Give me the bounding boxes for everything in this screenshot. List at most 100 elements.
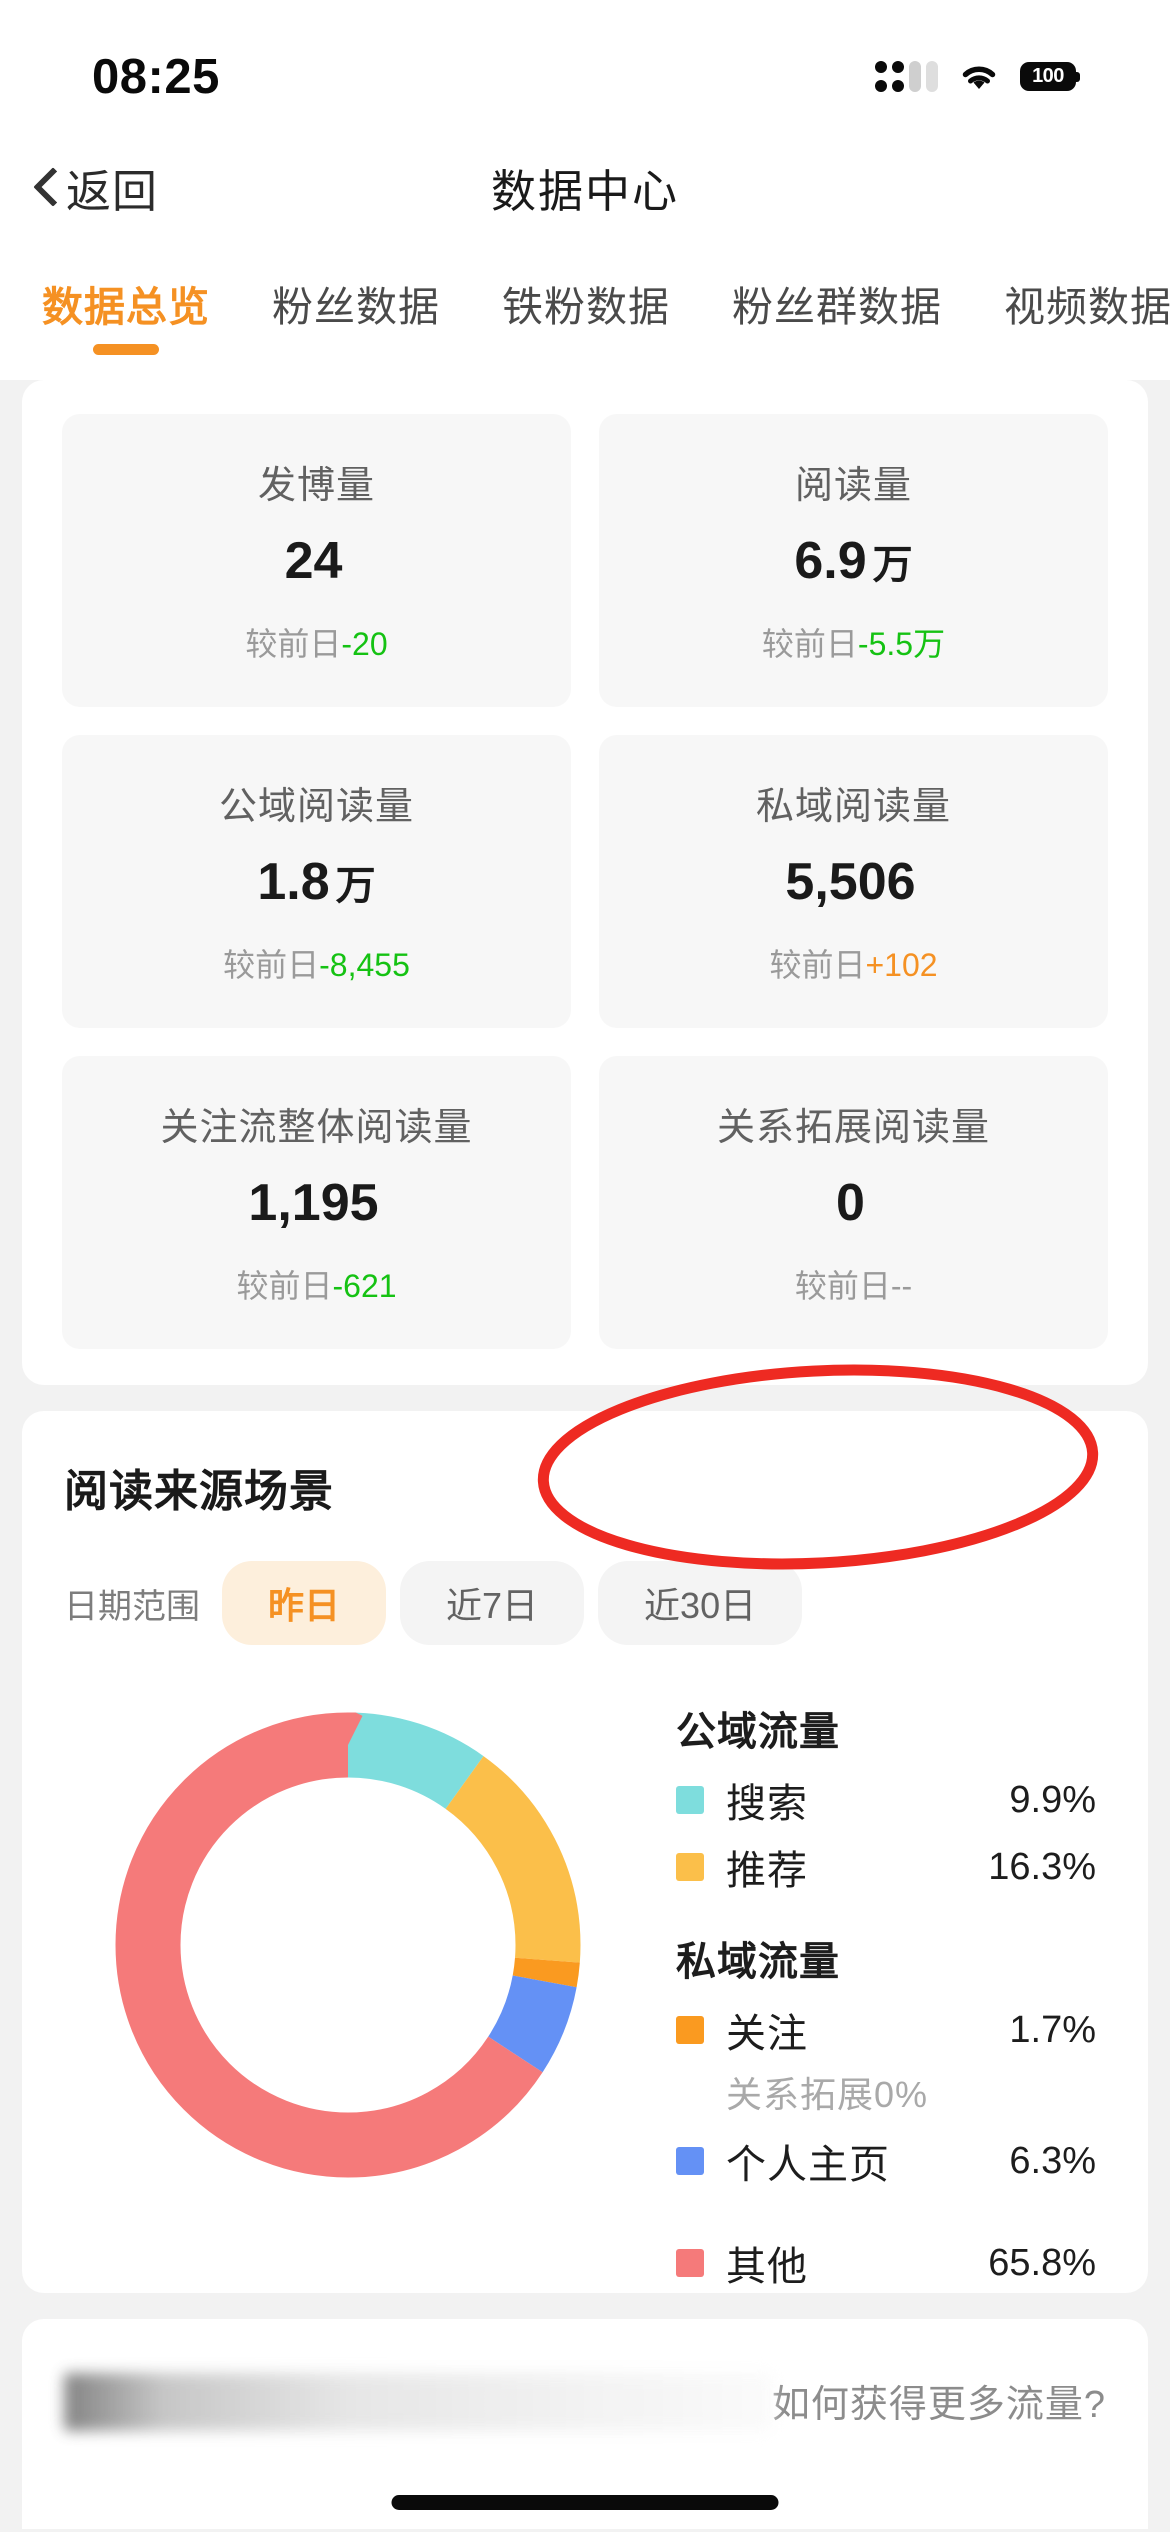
legend-value: 65.8%: [988, 2241, 1096, 2284]
stat-delta-value: +102: [865, 947, 938, 983]
legend-label: 推荐: [726, 1849, 808, 1893]
chart-legend: 公域流量 搜索 9.9% 推荐 16.3% 私域流量 关注 1.7% 关系拓展0…: [676, 1699, 1096, 2289]
stat-delta-prefix: 较前日: [761, 626, 858, 662]
legend-swatch-follow: [676, 2016, 704, 2044]
stat-follow-stream-reads[interactable]: 关注流整体阅读量 1,195 较前日-621: [62, 1056, 571, 1349]
legend-value: 9.9%: [1009, 1778, 1096, 1821]
legend-swatch-recommend: [676, 1853, 704, 1881]
tab-superfans-data[interactable]: 铁粉数据: [502, 245, 670, 333]
stat-delta-prefix: 较前日: [223, 947, 320, 983]
stat-number: 5,506: [785, 853, 916, 911]
legend-item-search[interactable]: 搜索 9.9%: [676, 1776, 1096, 1826]
donut-chart[interactable]: [98, 1695, 598, 2195]
home-indicator: [391, 2495, 779, 2510]
wifi-icon: [959, 62, 999, 92]
legend-item-other[interactable]: 其他 65.8%: [676, 2239, 1096, 2289]
stat-value: 1.8 万: [72, 852, 561, 912]
stat-label: 阅读量: [794, 465, 912, 507]
legend-value: 1.7%: [1009, 2008, 1096, 2051]
stat-posts[interactable]: 发博量 24 较前日-20: [62, 414, 571, 707]
stat-label: 公域阅读量: [218, 786, 414, 828]
stat-unit: 万: [872, 543, 913, 587]
stat-label: 私域阅读量: [755, 786, 951, 828]
phone-screen: 08:25 100 数据中心 返回 数据总览 粉丝数据 铁粉数据 粉丝群数据 视…: [0, 0, 1170, 2532]
tab-data-overview[interactable]: 数据总览: [42, 245, 210, 355]
stat-delta: 较前日-621: [72, 1261, 561, 1307]
status-bar: 08:25 100: [0, 0, 1170, 130]
tab-bar[interactable]: 数据总览 粉丝数据 铁粉数据 粉丝群数据 视频数据: [0, 245, 1170, 380]
tab-label: 粉丝数据: [272, 284, 440, 330]
date-range-label: 日期范围: [64, 1587, 200, 1626]
stat-delta-prefix: 较前日: [794, 1268, 891, 1304]
stats-card: 发博量 24 较前日-20 阅读量 6.9 万 较前日-5.5万 公域阅读量 1…: [22, 380, 1148, 1385]
stat-delta: 较前日-8,455: [72, 940, 561, 986]
how-to-get-more-traffic-link[interactable]: 如何获得更多流量?: [772, 2373, 1106, 2428]
tab-label: 铁粉数据: [502, 284, 670, 330]
tab-label: 数据总览: [42, 284, 210, 330]
chevron-left-icon: [32, 166, 58, 210]
stats-row: 关注流整体阅读量 1,195 较前日-621 关系拓展阅读量 0 较前日--: [62, 1056, 1108, 1349]
chart-area: 公域流量 搜索 9.9% 推荐 16.3% 私域流量 关注 1.7% 关系拓展0…: [22, 1679, 1148, 2289]
stat-reads[interactable]: 阅读量 6.9 万 较前日-5.5万: [599, 414, 1108, 707]
legend-swatch-profile: [676, 2147, 704, 2175]
stat-unit: 万: [335, 864, 376, 908]
legend-value: 16.3%: [988, 1845, 1096, 1888]
battery-icon: 100: [1020, 62, 1080, 92]
tab-video-data[interactable]: 视频数据: [1004, 245, 1170, 333]
battery-percent-label: 100: [1032, 65, 1064, 87]
tab-active-indicator: [93, 344, 159, 355]
back-button-label: 返回: [66, 166, 159, 217]
navigation-bar: 数据中心 返回: [0, 130, 1170, 245]
stat-number: 6.9: [794, 532, 867, 590]
status-icons: 100: [875, 61, 1080, 92]
stat-value: 1,195: [72, 1173, 561, 1233]
back-button[interactable]: 返回: [32, 155, 158, 220]
tab-fans-data[interactable]: 粉丝数据: [272, 245, 440, 333]
legend-label: 关注: [726, 2012, 808, 2056]
legend-item-profile[interactable]: 个人主页 6.3%: [676, 2137, 1096, 2187]
stat-number: 1,195: [248, 1174, 379, 1232]
page-title: 数据中心: [490, 166, 679, 217]
legend-note-relation-expand: 关系拓展0%: [726, 2074, 929, 2115]
stat-delta: 较前日+102: [609, 940, 1098, 986]
status-clock: 08:25: [92, 50, 220, 104]
legend-label: 个人主页: [726, 2143, 890, 2187]
stat-public-reads[interactable]: 公域阅读量 1.8 万 较前日-8,455: [62, 735, 571, 1028]
stat-delta-value: -621: [332, 1268, 397, 1304]
stat-label: 关注流整体阅读量: [160, 1107, 473, 1149]
legend-label: 搜索: [726, 1782, 808, 1826]
date-range-selector[interactable]: 日期范围 昨日 近7日 近30日: [64, 1561, 1148, 1645]
range-chip-last7days[interactable]: 近7日: [400, 1561, 585, 1645]
tab-label: 视频数据: [1004, 284, 1170, 330]
stat-number: 1.8: [257, 853, 330, 911]
stats-row: 发博量 24 较前日-20 阅读量 6.9 万 较前日-5.5万: [62, 414, 1108, 707]
stat-delta-value: -20: [341, 626, 388, 662]
range-chip-last30days[interactable]: 近30日: [598, 1561, 803, 1645]
stat-label: 关系拓展阅读量: [716, 1107, 990, 1149]
legend-item-follow[interactable]: 关注 1.7%: [676, 2006, 1096, 2056]
stat-number: 0: [836, 1174, 865, 1232]
legend-value: 6.3%: [1009, 2139, 1096, 2182]
range-chip-yesterday[interactable]: 昨日: [222, 1561, 387, 1645]
read-source-card: 阅读来源场景 日期范围 昨日 近7日 近30日 公域流量 搜索 9.9% 推荐 …: [22, 1411, 1148, 2293]
tab-fangroup-data[interactable]: 粉丝群数据: [732, 245, 942, 333]
legend-item-recommend[interactable]: 推荐 16.3%: [676, 1843, 1096, 1893]
legend-swatch-other: [676, 2249, 704, 2277]
donut-chart-svg: [115, 1712, 581, 2178]
tab-label: 粉丝群数据: [732, 284, 942, 330]
stat-number: 24: [284, 532, 343, 590]
legend-group-public: 公域流量: [676, 1710, 840, 1754]
stat-private-reads[interactable]: 私域阅读量 5,506 较前日+102: [599, 735, 1108, 1028]
stats-row: 公域阅读量 1.8 万 较前日-8,455 私域阅读量 5,506 较前日+102: [62, 735, 1108, 1028]
stat-relation-expand-reads[interactable]: 关系拓展阅读量 0 较前日--: [599, 1056, 1108, 1349]
stat-label: 发博量: [257, 465, 375, 507]
stat-delta-value: --: [890, 1268, 913, 1304]
stat-delta: 较前日-5.5万: [609, 619, 1098, 665]
stat-delta: 较前日--: [609, 1261, 1098, 1307]
cellular-signal-icon: [875, 61, 938, 92]
stat-delta-prefix: 较前日: [769, 947, 866, 983]
stat-value: 0: [609, 1173, 1098, 1233]
stat-value: 6.9 万: [609, 531, 1098, 591]
scroll-content[interactable]: 发博量 24 较前日-20 阅读量 6.9 万 较前日-5.5万 公域阅读量 1…: [0, 380, 1170, 2532]
stat-delta: 较前日-20: [72, 619, 561, 665]
